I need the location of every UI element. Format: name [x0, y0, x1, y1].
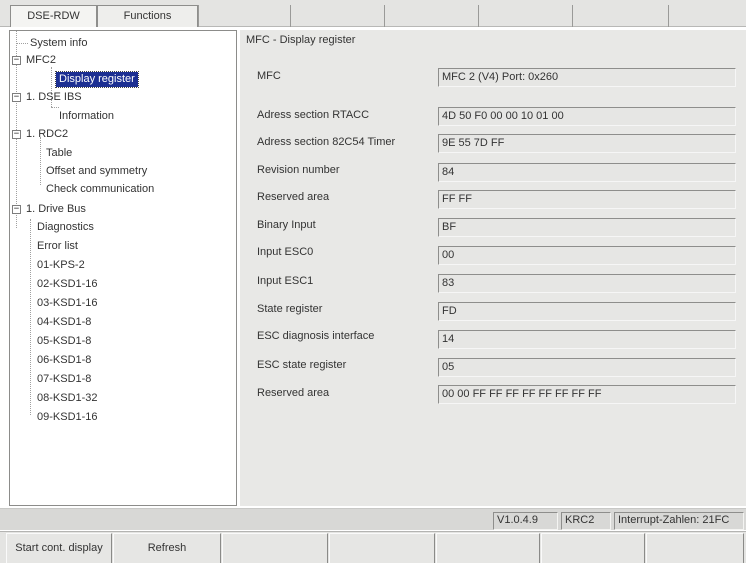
interrupt-status: Interrupt-Zahlen: 21FC — [614, 512, 744, 530]
menu-bar: DSE-RDW Functions — [0, 0, 746, 27]
tree-connector — [16, 43, 28, 44]
start-display-button[interactable]: Start cont. display — [6, 533, 112, 563]
register-label: Reserved area — [257, 191, 330, 203]
tree-item-mfc2[interactable]: MFC2 — [26, 53, 56, 68]
tree-item-information[interactable]: Information — [59, 109, 114, 124]
register-value: 84 — [438, 163, 736, 182]
tree-item-dse-ibs[interactable]: 1. DSE IBS — [26, 90, 82, 105]
register-label: MFC — [257, 70, 281, 82]
menu-slot — [384, 5, 478, 27]
menu-slot — [198, 5, 290, 27]
tree-item-table[interactable]: Table — [46, 146, 72, 161]
menu-slot — [572, 5, 668, 27]
menu-slot — [668, 5, 746, 27]
panel-title: MFC - Display register — [246, 34, 356, 46]
collapse-icon[interactable]: − — [12, 205, 21, 214]
menu-slot — [290, 5, 384, 27]
register-label: Adress section RTACC — [257, 109, 370, 121]
tree-item-display-register[interactable]: Display register — [55, 71, 139, 88]
tree-item-diagnostics[interactable]: Diagnostics — [37, 220, 94, 235]
register-label: Reserved area — [257, 387, 330, 399]
register-value: 14 — [438, 330, 736, 349]
tree-item-drive-bus[interactable]: 1. Drive Bus — [26, 202, 86, 217]
tree-item-offset-symmetry[interactable]: Offset and symmetry — [46, 164, 147, 179]
register-label: Binary Input — [257, 219, 316, 231]
function-key-button[interactable] — [329, 533, 435, 563]
tree-item-rdc2[interactable]: 1. RDC2 — [26, 127, 68, 142]
register-value: MFC 2 (V4) Port: 0x260 — [438, 68, 736, 87]
refresh-button[interactable]: Refresh — [113, 533, 221, 563]
tree-connector — [51, 107, 59, 108]
function-key-button[interactable] — [222, 533, 328, 563]
tree-item-ksd[interactable]: 09-KSD1-16 — [37, 410, 98, 425]
register-label: Adress section 82C54 Timer — [257, 136, 396, 148]
tree-item-ksd[interactable]: 06-KSD1-8 — [37, 353, 91, 368]
tree-item-system-info[interactable]: System info — [30, 36, 87, 51]
status-bar: V1.0.4.9 KRC2 Interrupt-Zahlen: 21FC — [0, 508, 746, 530]
register-value: 00 00 FF FF FF FF FF FF FF FF — [438, 385, 736, 404]
robot-status: KRC2 — [561, 512, 611, 530]
register-value: 4D 50 F0 00 00 10 01 00 — [438, 107, 736, 126]
tab-functions[interactable]: Functions — [97, 5, 198, 27]
tree-item-ksd[interactable]: 08-KSD1-32 — [37, 391, 98, 406]
register-panel: MFC - Display register MFC MFC 2 (V4) Po… — [240, 30, 746, 506]
tree-item-ksd[interactable]: 05-KSD1-8 — [37, 334, 91, 349]
tree-item-ksd[interactable]: 03-KSD1-16 — [37, 296, 98, 311]
collapse-icon[interactable]: − — [12, 93, 21, 102]
tree-item-error-list[interactable]: Error list — [37, 239, 78, 254]
tab-dse-rdw[interactable]: DSE-RDW — [10, 5, 97, 27]
register-value: FD — [438, 302, 736, 321]
register-value: 9E 55 7D FF — [438, 134, 736, 153]
register-value: BF — [438, 218, 736, 237]
register-value: 05 — [438, 358, 736, 377]
collapse-icon[interactable]: − — [12, 56, 21, 65]
tree-item-ksd[interactable]: 02-KSD1-16 — [37, 277, 98, 292]
tree-connector — [40, 137, 41, 185]
version-status: V1.0.4.9 — [493, 512, 558, 530]
register-label: State register — [257, 303, 323, 315]
register-label: ESC state register — [257, 359, 347, 371]
tree-item-ksd[interactable]: 04-KSD1-8 — [37, 315, 91, 330]
menu-slot — [478, 5, 572, 27]
function-key-button[interactable] — [541, 533, 645, 563]
register-value: 00 — [438, 246, 736, 265]
tree-connector — [30, 219, 31, 415]
collapse-icon[interactable]: − — [12, 130, 21, 139]
tree-item-ksd[interactable]: 07-KSD1-8 — [37, 372, 91, 387]
register-value: 83 — [438, 274, 736, 293]
register-label: Revision number — [257, 164, 340, 176]
register-value: FF FF — [438, 190, 736, 209]
function-key-button[interactable] — [646, 533, 744, 563]
register-label: Input ESC0 — [257, 246, 314, 258]
tree-item-check-communication[interactable]: Check communication — [46, 182, 154, 197]
tree-item-kps[interactable]: 01-KPS-2 — [37, 258, 85, 273]
register-label: Input ESC1 — [257, 275, 314, 287]
function-key-button[interactable] — [436, 533, 540, 563]
register-label: ESC diagnosis interface — [257, 330, 375, 342]
navigation-tree: System info − MFC2 Display register − 1.… — [9, 30, 237, 506]
function-key-bar: Start cont. display Refresh — [0, 531, 746, 563]
